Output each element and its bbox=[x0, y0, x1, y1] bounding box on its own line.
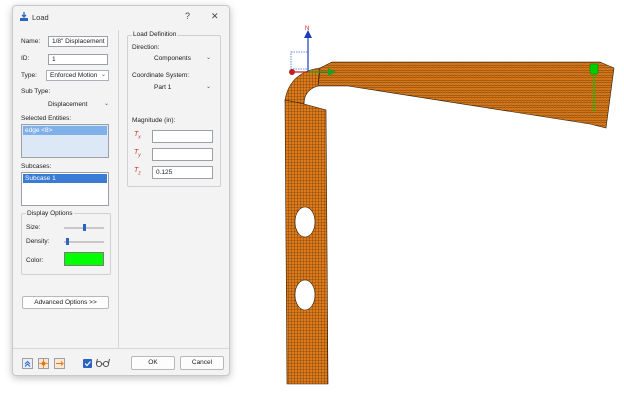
model-viewport[interactable]: N bbox=[0, 0, 624, 404]
coordinate-triad-icon: N bbox=[289, 26, 336, 76]
triad-axis-label: N bbox=[305, 26, 309, 32]
upper-hole bbox=[294, 206, 316, 238]
vertical-leg-mesh bbox=[284, 99, 329, 385]
top-flange-mesh bbox=[317, 61, 615, 129]
lower-hole bbox=[294, 279, 316, 311]
